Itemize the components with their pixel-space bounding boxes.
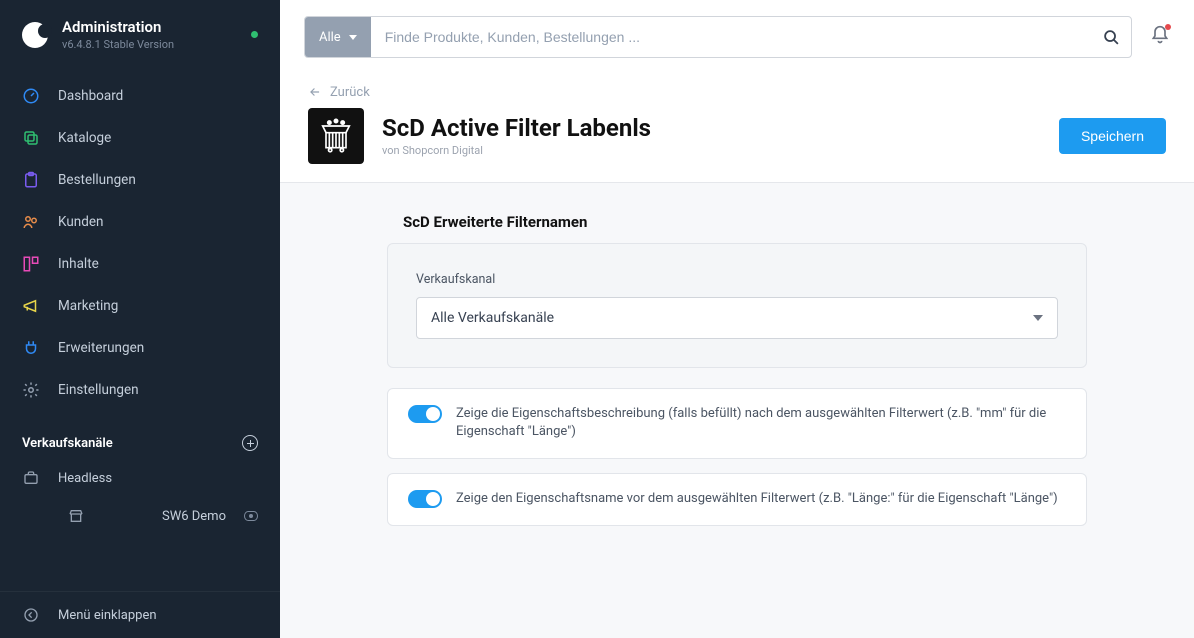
- nav-label: Erweiterungen: [58, 340, 144, 356]
- nav-item-kataloge[interactable]: Kataloge: [0, 117, 280, 159]
- gauge-icon: [22, 87, 40, 105]
- channel-list: Headless SW6 Demo: [0, 459, 280, 545]
- notification-dot-icon: [1165, 24, 1171, 30]
- nav-item-kunden[interactable]: Kunden: [0, 201, 280, 243]
- nav-item-einstellungen[interactable]: Einstellungen: [0, 369, 280, 411]
- admin-title: Administration: [62, 18, 174, 36]
- notifications-button[interactable]: [1150, 25, 1170, 49]
- nav-list: Dashboard Kataloge Bestellungen Kunden: [0, 65, 280, 421]
- search-icon: [1103, 29, 1120, 46]
- nav-label: Dashboard: [58, 88, 123, 104]
- chevron-down-icon: [349, 35, 357, 40]
- search-button[interactable]: [1091, 17, 1131, 57]
- channel-select[interactable]: Alle Verkaufskanäle: [416, 297, 1058, 339]
- search-filter-dropdown[interactable]: Alle: [305, 17, 371, 57]
- channel-item-sw6[interactable]: SW6 Demo: [0, 497, 280, 535]
- back-label: Zurück: [330, 85, 370, 100]
- channels-header: Verkaufskanäle: [0, 421, 280, 459]
- nav-item-marketing[interactable]: Marketing: [0, 285, 280, 327]
- nav-label: Bestellungen: [58, 172, 136, 188]
- nav-item-inhalte[interactable]: Inhalte: [0, 243, 280, 285]
- toggle-row-propertyname: Zeige den Eigenschaftsname vor dem ausge…: [387, 473, 1087, 526]
- page-subtitle: von Shopcorn Digital: [382, 144, 651, 157]
- toggle-show-propertyname[interactable]: [408, 490, 442, 508]
- nav-label: Einstellungen: [58, 382, 139, 398]
- content: ScD Erweiterte Filternamen Verkaufskanal…: [280, 183, 1194, 638]
- storefront-icon: [22, 507, 130, 525]
- gear-icon: [22, 381, 40, 399]
- search-filter-label: Alle: [319, 30, 341, 45]
- page-title: ScD Active Filter Labenls: [382, 114, 651, 142]
- logo-icon: [22, 22, 48, 48]
- plug-icon: [22, 339, 40, 357]
- toggle-show-description[interactable]: [408, 405, 442, 423]
- channel-select-value: Alle Verkaufskanäle: [431, 310, 554, 326]
- status-dot-icon: [251, 31, 258, 38]
- collapse-icon: [22, 606, 40, 624]
- nav-label: Inhalte: [58, 256, 99, 272]
- channel-label: SW6 Demo: [162, 509, 226, 524]
- users-icon: [22, 213, 40, 231]
- nav-label: Kataloge: [58, 130, 111, 146]
- copy-icon: [22, 129, 40, 147]
- collapse-label: Menü einklappen: [58, 608, 157, 623]
- channel-label: Headless: [58, 471, 112, 486]
- back-link[interactable]: Zurück: [308, 85, 370, 100]
- toggle-row-description: Zeige die Eigenschaftsbeschreibung (fall…: [387, 388, 1087, 460]
- main: Alle Zurück: [280, 0, 1194, 638]
- collapse-menu[interactable]: Menü einklappen: [0, 591, 280, 638]
- chevron-down-icon: [1033, 315, 1043, 321]
- nav-item-bestellungen[interactable]: Bestellungen: [0, 159, 280, 201]
- search-bar: Alle: [304, 16, 1132, 58]
- toggle-label: Zeige die Eigenschaftsbeschreibung (fall…: [456, 405, 1066, 443]
- layout-icon: [22, 255, 40, 273]
- topbar: Alle: [280, 0, 1194, 74]
- arrow-left-icon: [308, 85, 322, 99]
- sidebar-header: Administration v6.4.8.1 Stable Version: [0, 0, 280, 65]
- page-header: Zurück ScD Active Filter Labenls von Sho…: [280, 74, 1194, 183]
- save-button[interactable]: Speichern: [1059, 118, 1166, 154]
- nav-label: Marketing: [58, 298, 118, 314]
- admin-version: v6.4.8.1 Stable Version: [62, 38, 174, 51]
- clipboard-icon: [22, 171, 40, 189]
- add-channel-icon[interactable]: [242, 435, 258, 451]
- channel-item-headless[interactable]: Headless: [0, 459, 280, 497]
- toggle-label: Zeige den Eigenschaftsname vor dem ausge…: [456, 490, 1058, 509]
- plugin-icon: [308, 108, 364, 164]
- channel-selector-card: Verkaufskanal Alle Verkaufskanäle: [387, 243, 1087, 368]
- channel-field-label: Verkaufskanal: [416, 272, 1058, 287]
- nav-item-dashboard[interactable]: Dashboard: [0, 75, 280, 117]
- sidebar: Administration v6.4.8.1 Stable Version D…: [0, 0, 280, 638]
- channels-title: Verkaufskanäle: [22, 436, 113, 451]
- search-input[interactable]: [371, 17, 1091, 57]
- briefcase-icon: [22, 469, 40, 487]
- nav-label: Kunden: [58, 214, 103, 230]
- section-title: ScD Erweiterte Filternamen: [403, 213, 1087, 231]
- nav-item-erweiterungen[interactable]: Erweiterungen: [0, 327, 280, 369]
- megaphone-icon: [22, 297, 40, 315]
- eye-icon[interactable]: [244, 511, 258, 521]
